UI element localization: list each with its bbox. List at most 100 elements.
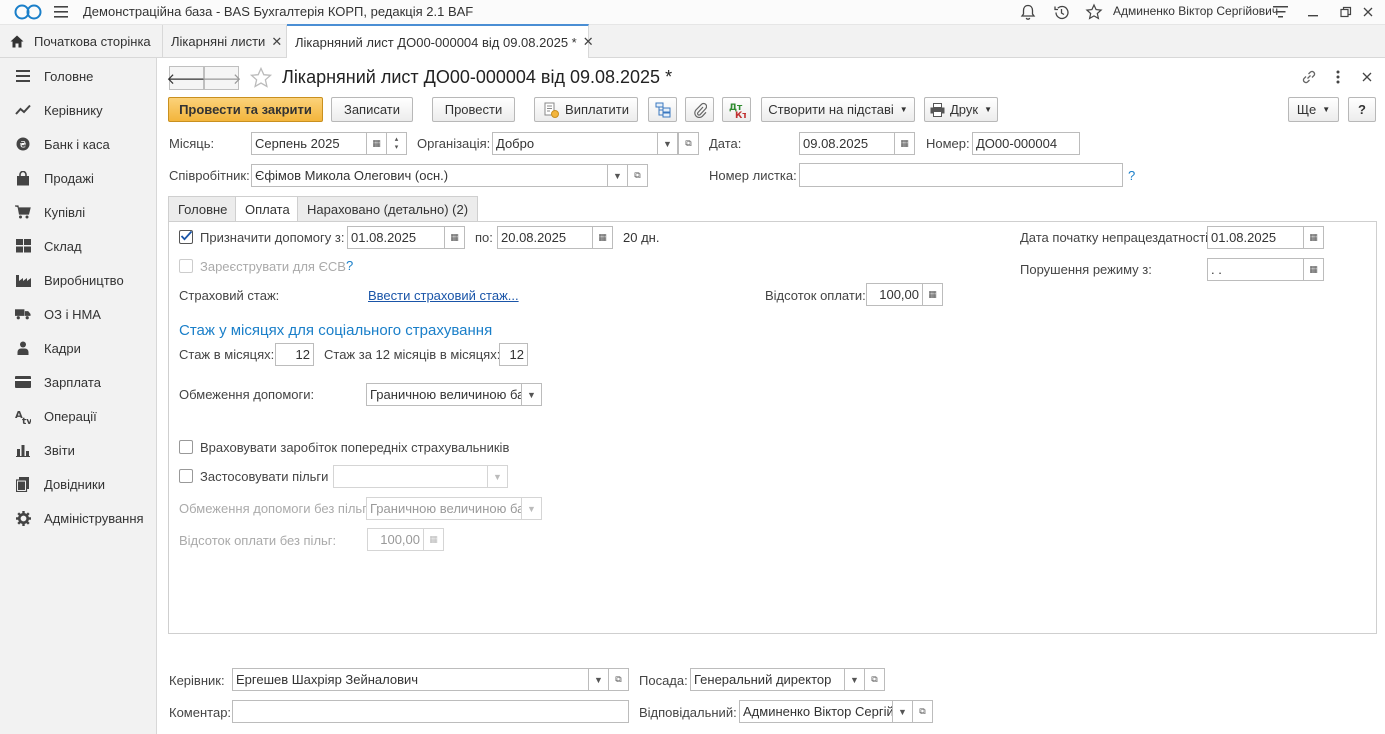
back-button[interactable]: 🡐 <box>166 66 207 90</box>
tab-sick-leave-document[interactable]: Лікарняний лист ДО00-000004 від 09.08.20… <box>287 24 594 58</box>
sidebar-item-production[interactable]: Виробництво <box>0 263 156 297</box>
assign-to-input[interactable]: 20.08.2025 <box>497 226 593 249</box>
favorites-star-icon[interactable] <box>1085 3 1103 21</box>
calendar-button[interactable]: ▦ <box>1303 258 1324 281</box>
calendar-button[interactable]: ▦ <box>366 132 387 155</box>
close-tab-icon[interactable]: ✕ <box>583 34 594 50</box>
enter-insurance-link[interactable]: Ввести страховий стаж... <box>368 288 519 303</box>
minimize-icon[interactable] <box>1307 6 1319 18</box>
hamburger-menu-icon[interactable] <box>54 6 68 18</box>
close-window-icon[interactable] <box>1362 6 1374 18</box>
calendar-button[interactable]: ▦ <box>894 132 915 155</box>
post-button[interactable]: Провести <box>432 97 515 122</box>
position-dropdown-button[interactable]: ▼ <box>844 668 865 691</box>
sidebar-item-administration[interactable]: Адміністрування <box>0 501 156 535</box>
close-tab-icon[interactable]: ✕ <box>271 34 282 50</box>
restore-icon[interactable] <box>1340 6 1352 18</box>
sheet-number-help[interactable]: ? <box>1128 168 1135 183</box>
calendar-button[interactable]: ▦ <box>444 226 465 249</box>
post-and-close-button[interactable]: Провести та закрити <box>168 97 323 122</box>
calculator-button[interactable]: ▦ <box>922 283 943 306</box>
manager-dropdown-button[interactable]: ▼ <box>588 668 609 691</box>
responsible-dropdown-button[interactable]: ▼ <box>892 700 913 723</box>
attach-files-button[interactable] <box>685 97 714 122</box>
responsible-input[interactable]: Админенко Віктор Сергійо <box>739 700 893 723</box>
tab-accrued-details[interactable]: Нараховано (детально) (2) <box>297 196 479 222</box>
benefits-select[interactable] <box>333 465 488 488</box>
manager-input[interactable]: Ергешев Шахріяр Зейналович <box>232 668 589 691</box>
benefit-limit-select[interactable]: Граничною величиною ба <box>366 383 522 406</box>
more-actions-icon[interactable] <box>1334 69 1342 85</box>
tab-home-page-label: Початкова сторінка <box>34 34 151 49</box>
employee-input[interactable]: Єфімов Микола Олегович (осн.) <box>251 164 608 187</box>
limit-no-benefits-select[interactable]: Граничною величиною ба <box>366 497 522 520</box>
assign-from-input[interactable]: 01.08.2025 <box>347 226 445 249</box>
employee-dropdown-button[interactable]: ▼ <box>607 164 628 187</box>
sidebar-item-warehouse[interactable]: Склад <box>0 229 156 263</box>
sidebar-item-hr[interactable]: Кадри <box>0 331 156 365</box>
sidebar-item-salary[interactable]: Зарплата <box>0 365 156 399</box>
sidebar-item-reports[interactable]: Звіти <box>0 433 156 467</box>
assign-benefit-checkbox[interactable] <box>179 230 193 244</box>
tab-home-page[interactable]: Початкова сторінка <box>0 25 163 58</box>
sidebar-item-directories[interactable]: Довідники <box>0 467 156 501</box>
accounting-entries-button[interactable]: Дт Кт <box>722 97 751 122</box>
employee-open-button[interactable]: ⧉ <box>627 164 648 187</box>
filter-menu-icon[interactable] <box>1273 6 1288 19</box>
number-input[interactable]: ДО00-000004 <box>972 132 1080 155</box>
limit-no-benefits-label: Обмеження допомоги без пільг: <box>179 501 371 516</box>
month-input[interactable]: Серпень 2025 <box>251 132 367 155</box>
position-input[interactable]: Генеральний директор <box>690 668 845 691</box>
months-input[interactable]: 12 <box>275 343 314 366</box>
register-esv-help[interactable]: ? <box>346 258 353 273</box>
violation-date-input[interactable]: . . <box>1207 258 1304 281</box>
structure-button[interactable] <box>648 97 677 122</box>
benefit-limit-dropdown-button[interactable]: ▼ <box>521 383 542 406</box>
calendar-button[interactable]: ▦ <box>1303 226 1324 249</box>
responsible-open-button[interactable]: ⧉ <box>912 700 933 723</box>
sheet-number-input[interactable] <box>799 163 1123 187</box>
sidebar-item-main[interactable]: Головне <box>0 59 156 93</box>
month-stepper[interactable]: ▴ ▾ <box>386 132 407 155</box>
incapacity-start-input[interactable]: 01.08.2025 <box>1207 226 1304 249</box>
more-button[interactable]: Ще ▼ <box>1288 97 1339 122</box>
sidebar-item-bank[interactable]: ₴ Банк і каса <box>0 127 156 161</box>
date-input[interactable]: 09.08.2025 <box>799 132 895 155</box>
forward-button[interactable]: 🡒 <box>201 66 242 90</box>
pay-button[interactable]: Виплатити <box>534 97 638 122</box>
tab-main[interactable]: Головне <box>168 196 238 222</box>
sidebar-item-purchases[interactable]: Купівлі <box>0 195 156 229</box>
limit-no-benefits-dropdown-button[interactable]: ▼ <box>521 497 542 520</box>
favorite-star-icon[interactable] <box>249 66 273 90</box>
sidebar-item-fixed-assets[interactable]: ОЗ і НМА <box>0 297 156 331</box>
percent-no-benefits-input[interactable]: 100,00 <box>367 528 424 551</box>
sidebar-item-operations[interactable]: Aty Операції <box>0 399 156 433</box>
current-user-name[interactable]: Админенко Віктор Сергійович <box>1113 4 1278 18</box>
comment-input[interactable] <box>232 700 629 723</box>
organization-open-button[interactable]: ⧉ <box>678 132 699 155</box>
bell-icon[interactable] <box>1020 4 1036 21</box>
print-button[interactable]: Друк ▼ <box>924 97 998 122</box>
register-esv-checkbox[interactable] <box>179 259 193 273</box>
calculator-button[interactable]: ▦ <box>423 528 444 551</box>
create-based-on-button[interactable]: Створити на підставі ▼ <box>761 97 915 122</box>
sidebar-item-manager[interactable]: Керівнику <box>0 93 156 127</box>
history-icon[interactable] <box>1053 4 1070 21</box>
tab-sick-leaves-list[interactable]: Лікарняні листи ✕ <box>163 25 287 58</box>
close-form-icon[interactable] <box>1362 72 1372 82</box>
apply-benefits-checkbox[interactable] <box>179 469 193 483</box>
save-button[interactable]: Записати <box>331 97 413 122</box>
help-button[interactable]: ? <box>1348 97 1376 122</box>
tab-payment[interactable]: Оплата <box>235 196 300 223</box>
months12-input[interactable]: 12 <box>499 343 528 366</box>
manager-open-button[interactable]: ⧉ <box>608 668 629 691</box>
link-icon[interactable] <box>1301 69 1317 85</box>
calendar-button[interactable]: ▦ <box>592 226 613 249</box>
percent-input[interactable]: 100,00 <box>866 283 923 306</box>
previous-insurers-checkbox[interactable] <box>179 440 193 454</box>
organization-input[interactable]: Добро <box>492 132 658 155</box>
organization-dropdown-button[interactable]: ▼ <box>657 132 678 155</box>
sidebar-item-sales[interactable]: Продажі <box>0 161 156 195</box>
benefits-dropdown-button[interactable]: ▼ <box>487 465 508 488</box>
position-open-button[interactable]: ⧉ <box>864 668 885 691</box>
